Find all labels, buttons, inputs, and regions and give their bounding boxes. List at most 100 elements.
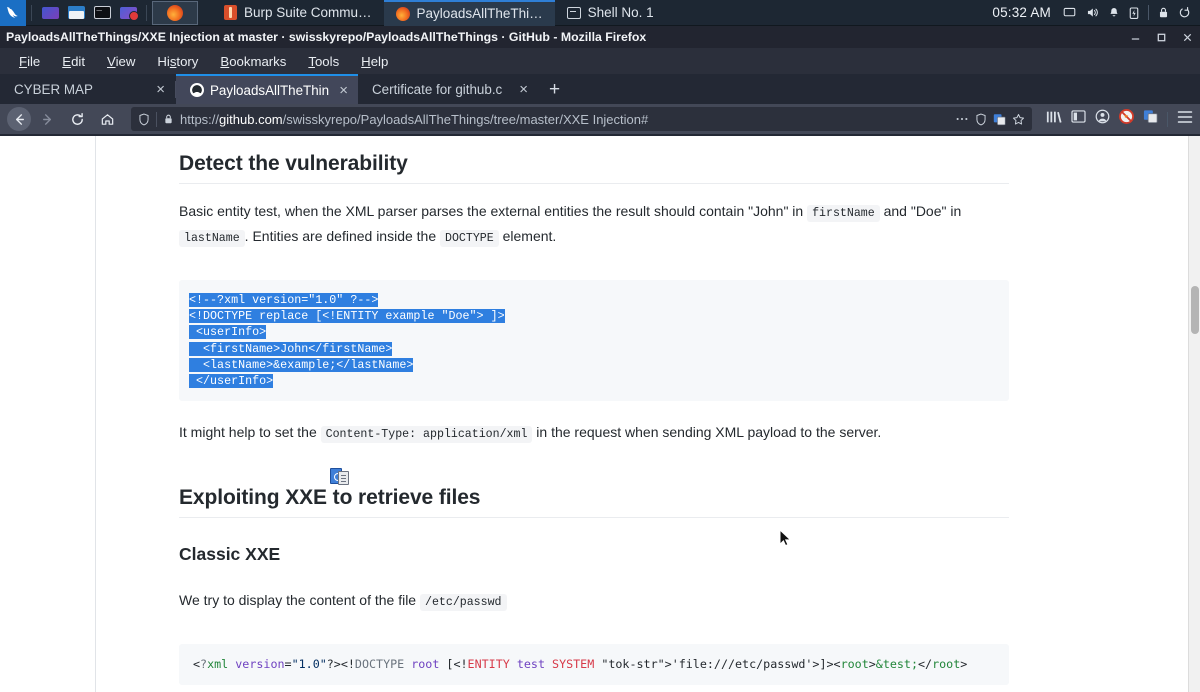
maximize-button[interactable] <box>1148 26 1174 48</box>
library-icon[interactable] <box>1046 110 1062 129</box>
paragraph-text-a: It might help to set the <box>179 424 321 441</box>
window-button-firefox[interactable]: PayloadsAllTheThi… <box>383 0 555 26</box>
close-button[interactable] <box>1174 26 1200 48</box>
menu-tools[interactable]: Tools <box>297 51 350 72</box>
toolbar-divider <box>1167 111 1168 127</box>
minimize-button[interactable] <box>1122 26 1148 48</box>
code-line: <?xml version="1.0"?><!DOCTYPE root [<!E… <box>193 657 968 672</box>
menu-icon[interactable] <box>1177 110 1193 129</box>
system-tray: 05:32 AM <box>992 5 1200 20</box>
menu-help[interactable]: Help <box>350 51 399 72</box>
clock[interactable]: 05:32 AM <box>992 5 1051 20</box>
toolbar-right <box>1042 109 1193 129</box>
window-title: PayloadsAllTheThings/XXE Injection at ma… <box>6 30 647 44</box>
url-text[interactable]: https://github.com/swisskyrepo/PayloadsA… <box>180 112 949 127</box>
code-line: </userInfo> <box>189 374 274 389</box>
battery-icon[interactable] <box>1129 6 1139 20</box>
window-button-burp[interactable]: Burp Suite Commu… <box>212 0 384 26</box>
tray-divider <box>1148 5 1149 20</box>
menu-edit[interactable]: Edit <box>51 51 96 72</box>
forward-button[interactable] <box>33 107 61 131</box>
url-prefix: https:// <box>180 111 220 127</box>
navigation-toolbar: https://github.com/swisskyrepo/PayloadsA… <box>0 104 1200 134</box>
screen-record-icon <box>119 6 139 21</box>
scrollbar-thumb[interactable] <box>1191 286 1199 334</box>
system-taskbar: Burp Suite Commu… PayloadsAllTheThi… She… <box>0 0 1200 26</box>
sidebar-icon[interactable] <box>1071 110 1086 128</box>
shield-icon[interactable] <box>138 113 150 126</box>
code-block-detect-payload[interactable]: <!--?xml version="1.0" ?--> <!DOCTYPE re… <box>179 280 1009 402</box>
heading-detect-the-vulnerability: Detect the vulnerability <box>179 152 1009 184</box>
volume-icon[interactable] <box>1085 6 1099 19</box>
heading-exploiting-xxe-to-retrieve-files: Exploiting XXE to retrieve files <box>179 486 1009 519</box>
firefox-window: PayloadsAllTheThings/XXE Injection at ma… <box>0 26 1200 692</box>
menu-view[interactable]: View <box>96 51 146 72</box>
tab-close-icon[interactable]: × <box>152 82 165 97</box>
menu-history[interactable]: History <box>146 51 209 72</box>
address-bar[interactable]: https://github.com/swisskyrepo/PayloadsA… <box>131 107 1032 131</box>
lock-icon[interactable] <box>1158 6 1169 19</box>
firefox-icon <box>395 6 410 21</box>
display-icon[interactable] <box>1063 6 1076 19</box>
drag-document-icon <box>330 468 350 486</box>
heading-classic-xxe: Classic XXE <box>179 544 281 565</box>
tab-payloadsallthethings[interactable]: PayloadsAllTheThin × <box>176 74 358 104</box>
paragraph-text-d: element. <box>498 228 557 244</box>
firefox-launcher[interactable] <box>152 0 198 25</box>
urlbar-divider <box>156 111 157 127</box>
new-tab-button[interactable]: + <box>538 76 571 104</box>
paragraph-content-type: It might help to set the Content-Type: a… <box>179 421 999 446</box>
terminal-icon <box>566 6 581 19</box>
inline-code-etc-passwd: /etc/passwd <box>419 594 507 612</box>
github-icon <box>190 83 204 97</box>
noscript-icon[interactable] <box>1119 109 1134 129</box>
inline-code-content-type: Content-Type: application/xml <box>320 426 533 444</box>
drag-doc-back <box>338 471 349 485</box>
code-line: <userInfo> <box>189 325 267 340</box>
inline-code-lastname: lastName <box>179 230 245 247</box>
tab-label: PayloadsAllTheThin <box>210 82 330 98</box>
url-path: /swisskyrepo/PayloadsAllTheThings/tree/m… <box>282 111 649 127</box>
back-button[interactable] <box>7 107 31 131</box>
window-button-label: Burp Suite Commu… <box>244 5 372 20</box>
account-icon[interactable] <box>1095 109 1110 129</box>
code-line: <firstName>John</firstName> <box>189 341 393 356</box>
inline-code-firstname: firstName <box>807 205 880 222</box>
translate-extension-icon[interactable] <box>1143 109 1158 129</box>
paragraph-text-a: Basic entity test, when the XML parser p… <box>179 203 808 219</box>
taskbar-divider-1 <box>31 4 32 21</box>
screen-recorder-launcher[interactable] <box>115 0 141 26</box>
github-page: Detect the vulnerability Basic entity te… <box>0 136 1188 692</box>
tab-close-icon[interactable]: × <box>515 82 528 97</box>
paragraph-text-b: in the request when sending XML payload … <box>532 424 882 441</box>
code-block-classic-xxe-oneline[interactable]: <?xml version="1.0"?><!DOCTYPE root [<!E… <box>179 644 1009 686</box>
power-icon[interactable] <box>1178 6 1191 19</box>
padlock-icon[interactable] <box>163 113 174 125</box>
star-icon[interactable] <box>1012 113 1025 126</box>
translate-icon[interactable] <box>993 113 1006 126</box>
terminal-launcher[interactable] <box>89 0 115 26</box>
kali-dragon-icon[interactable] <box>0 0 26 26</box>
app-menu-launcher[interactable] <box>37 0 63 26</box>
code-line: <!--?xml version="1.0" ?--> <box>189 293 379 307</box>
window-button-label: PayloadsAllTheThi… <box>416 6 543 21</box>
tab-certificate[interactable]: Certificate for github.c × <box>358 74 538 104</box>
menu-bookmarks[interactable]: Bookmarks <box>209 51 297 72</box>
pocket-icon[interactable] <box>975 113 987 126</box>
menu-file[interactable]: File <box>8 51 51 72</box>
reload-button[interactable] <box>63 107 91 131</box>
file-manager-launcher[interactable] <box>63 0 89 26</box>
screen-icon <box>41 6 59 19</box>
bell-icon[interactable] <box>1108 6 1120 19</box>
tab-cyber-map[interactable]: CYBER MAP × <box>0 74 175 104</box>
home-button[interactable] <box>93 107 121 131</box>
tab-close-icon[interactable]: × <box>335 83 348 98</box>
vertical-scrollbar[interactable] <box>1188 136 1200 692</box>
ellipsis-icon[interactable] <box>955 116 969 122</box>
window-button-shell[interactable]: Shell No. 1 <box>555 0 666 26</box>
